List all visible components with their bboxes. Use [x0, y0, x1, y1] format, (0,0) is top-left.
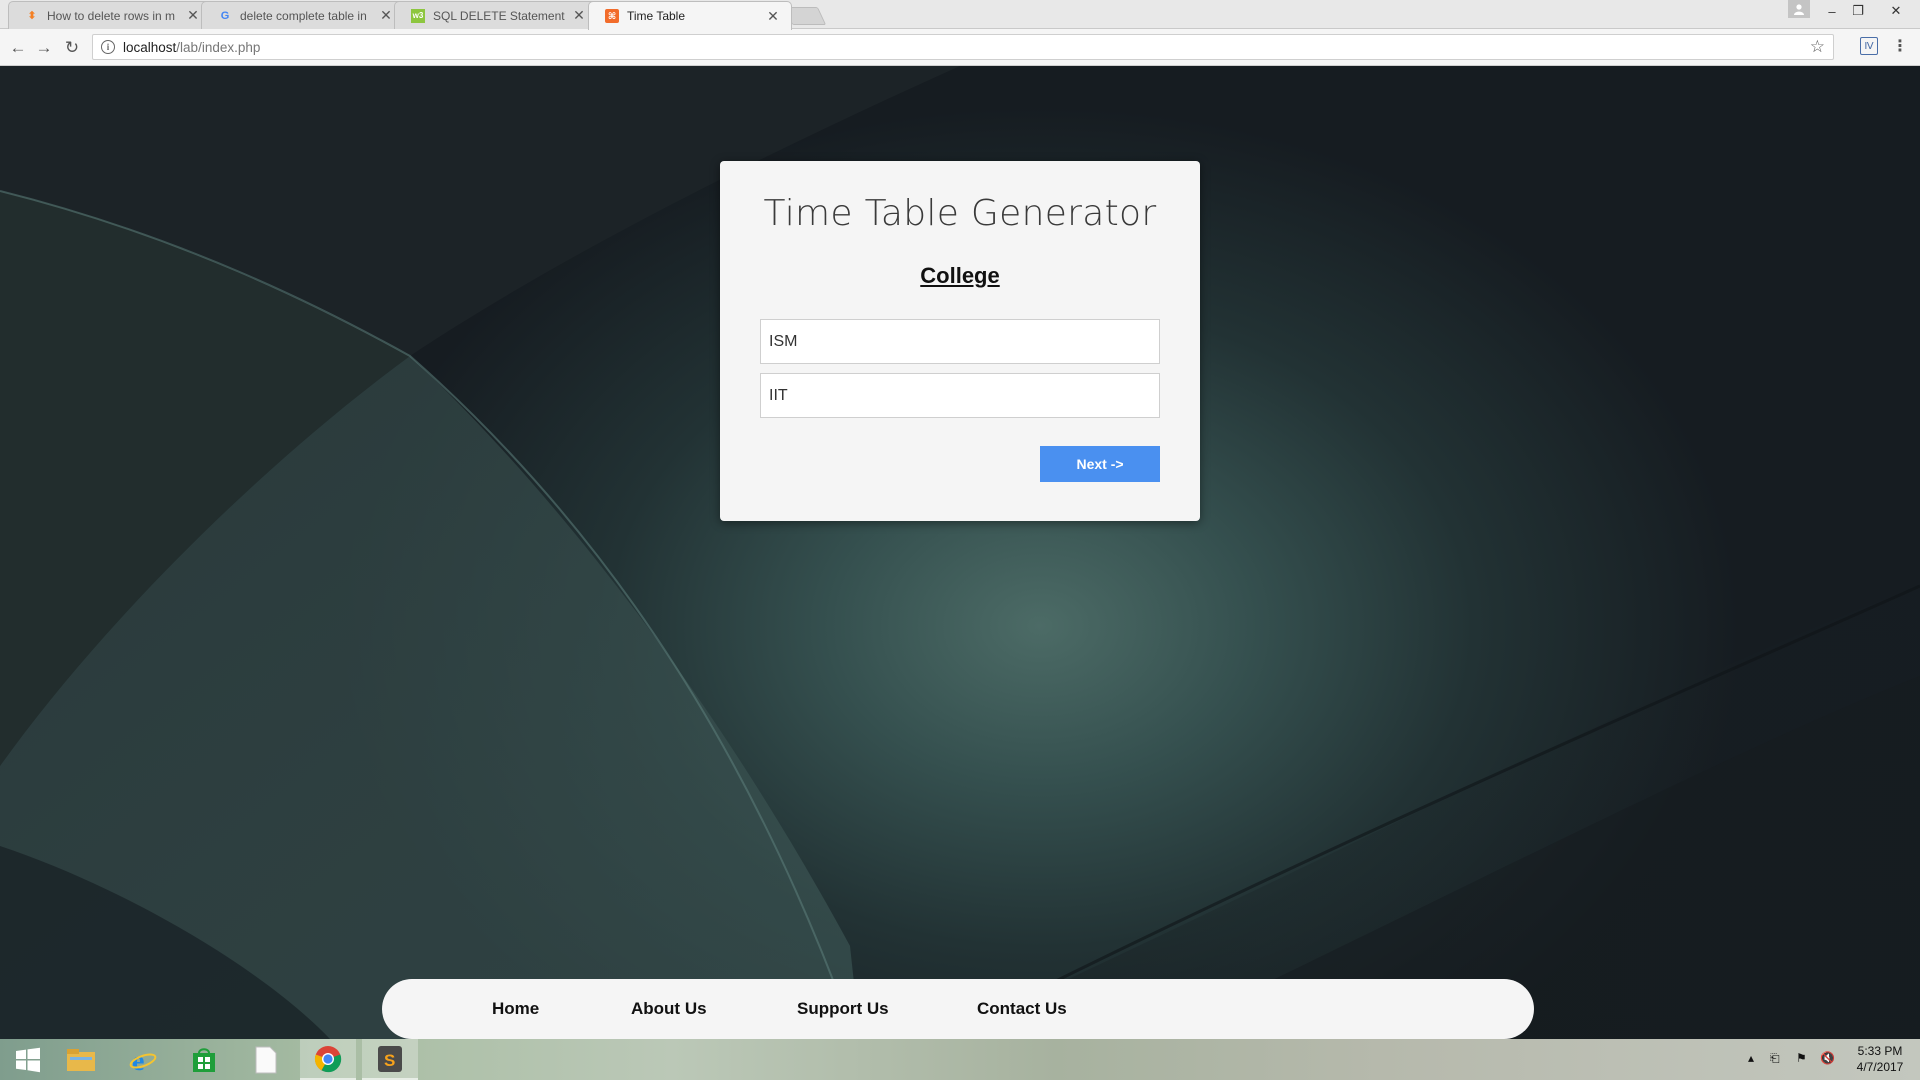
tab-time-table[interactable]: ⌘ Time Table ✕: [588, 1, 792, 30]
restore-icon[interactable]: ❐: [1846, 0, 1870, 22]
close-tab-icon[interactable]: ✕: [571, 7, 587, 24]
page-viewport: Time Table Generator College Next -> Hom…: [0, 66, 1920, 1039]
store-icon[interactable]: [176, 1039, 232, 1080]
nav-contact-us-link[interactable]: Contact Us: [977, 999, 1067, 1019]
college-form-card: Time Table Generator College Next ->: [720, 161, 1200, 521]
college-input-1[interactable]: [760, 319, 1160, 364]
tab-title: delete complete table in: [240, 8, 367, 23]
chrome-menu-icon[interactable]: ⋮: [1892, 36, 1908, 56]
start-icon[interactable]: [0, 1039, 56, 1080]
action-center-flag-icon[interactable]: ⚑: [1796, 1051, 1807, 1065]
taskbar: e S ▴ ⎗ ⚑ 🔇 5:33 PM 4/7/2017: [0, 1039, 1920, 1080]
internet-explorer-icon[interactable]: e: [115, 1039, 171, 1080]
back-icon[interactable]: ←: [6, 36, 30, 60]
stackoverflow-icon: ⬍: [27, 10, 37, 22]
tab-google[interactable]: G delete complete table in ✕: [201, 1, 405, 29]
profile-icon[interactable]: [1788, 0, 1810, 18]
tab-w3schools[interactable]: w3 SQL DELETE Statement ✕: [394, 1, 598, 29]
tab-title: Time Table: [627, 9, 686, 23]
close-tab-icon[interactable]: ✕: [378, 7, 394, 24]
svg-text:S: S: [384, 1051, 395, 1070]
info-icon[interactable]: i: [101, 40, 115, 54]
clock-time: 5:33 PM: [1857, 1044, 1903, 1058]
page-title: Time Table Generator: [763, 193, 1157, 234]
file-explorer-icon[interactable]: [53, 1039, 109, 1080]
address-bar[interactable]: i localhost/lab/index.php ☆: [92, 34, 1834, 60]
sublime-text-icon[interactable]: S: [362, 1039, 418, 1080]
clock[interactable]: 5:33 PM 4/7/2017: [1844, 1043, 1916, 1075]
chrome-icon[interactable]: [300, 1039, 356, 1080]
url-host: localhost: [123, 39, 177, 55]
close-tab-icon[interactable]: ✕: [765, 8, 781, 25]
tab-title: SQL DELETE Statement: [433, 8, 565, 23]
clock-date: 4/7/2017: [1856, 1060, 1904, 1074]
url-path: /lab/index.php: [176, 39, 261, 55]
footer-nav: Home About Us Support Us Contact Us: [382, 979, 1534, 1039]
close-tab-icon[interactable]: ✕: [185, 7, 201, 24]
w3schools-icon: w3: [411, 8, 425, 23]
browser-toolbar: ← → ↻ i localhost/lab/index.php ☆: [0, 29, 1920, 66]
show-hidden-icons[interactable]: ▴: [1748, 1051, 1754, 1065]
tab-title: How to delete rows in m: [47, 8, 176, 23]
bookmark-star-icon[interactable]: ☆: [1810, 37, 1825, 57]
nav-about-us-link[interactable]: About Us: [631, 999, 707, 1019]
volume-muted-icon[interactable]: 🔇: [1820, 1051, 1835, 1065]
tab-strip: ⬍ How to delete rows in m ✕ G delete com…: [0, 0, 1920, 30]
xampp-icon: ⌘: [605, 9, 619, 23]
nav-support-us-link[interactable]: Support Us: [797, 999, 889, 1019]
google-icon: G: [220, 9, 230, 22]
forward-icon[interactable]: →: [32, 36, 56, 60]
next-button[interactable]: Next ->: [1040, 446, 1160, 482]
tab-stackoverflow[interactable]: ⬍ How to delete rows in m ✕: [8, 1, 212, 29]
extension-icon[interactable]: Ⅳ: [1860, 37, 1878, 55]
college-input-2[interactable]: [760, 373, 1160, 418]
network-icon[interactable]: ⎗: [1770, 1051, 1780, 1066]
reload-icon[interactable]: ↻: [60, 36, 84, 60]
notepad-icon[interactable]: [238, 1039, 294, 1080]
section-heading: College: [920, 263, 1000, 288]
close-window-icon[interactable]: ✕: [1884, 0, 1908, 22]
minimize-icon[interactable]: –: [1820, 0, 1844, 22]
nav-home-link[interactable]: Home: [492, 999, 539, 1019]
